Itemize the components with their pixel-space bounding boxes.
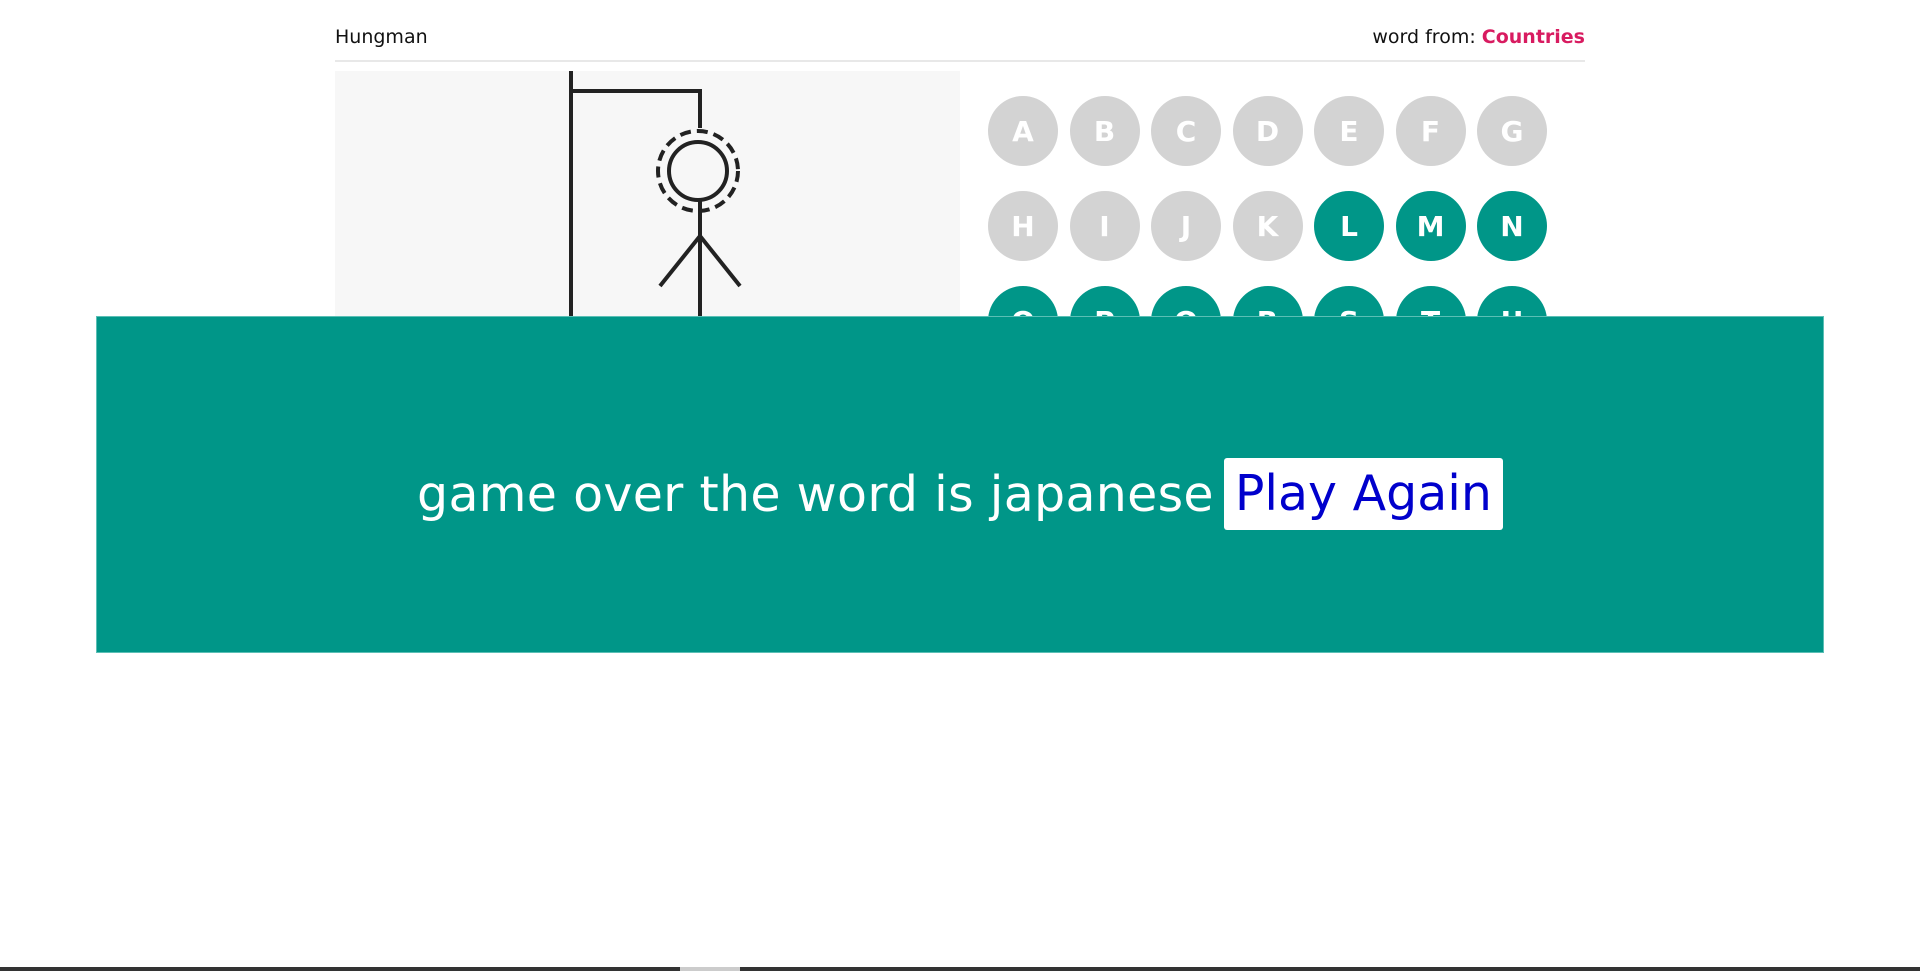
letter-keys: ABCDEFGHIJKLMNOPQRSTU xyxy=(988,96,1548,321)
letter-key-l[interactable]: L xyxy=(1314,191,1384,261)
hangman-left-arm xyxy=(658,234,702,288)
hangman-head xyxy=(667,140,729,202)
game-over-overlay: game over the word is japanese Play Agai… xyxy=(96,316,1824,653)
scrollbar-thumb[interactable] xyxy=(680,967,740,971)
game-over-message: game over the word is japanese xyxy=(417,465,1214,523)
game-over-content: game over the word is japanese Play Agai… xyxy=(97,456,1823,532)
letter-key-n[interactable]: N xyxy=(1477,191,1547,261)
letter-keyboard: ABCDEFGHIJKLMNOPQRSTU xyxy=(988,96,1548,321)
letter-key-g[interactable]: G xyxy=(1477,96,1547,166)
letter-key-k[interactable]: K xyxy=(1232,191,1303,261)
hangman-drawing xyxy=(569,71,742,321)
letter-key-j[interactable]: J xyxy=(1151,191,1221,261)
app-title: Hungman xyxy=(335,26,428,48)
gallows-panel xyxy=(335,71,960,321)
letter-key-m[interactable]: M xyxy=(1395,191,1466,261)
letter-key-e[interactable]: E xyxy=(1314,96,1384,166)
letter-key-b[interactable]: B xyxy=(1069,96,1140,166)
play-again-button[interactable]: Play Again xyxy=(1223,458,1503,530)
letter-key-d[interactable]: D xyxy=(1232,96,1303,166)
word-category: word from: Countries xyxy=(1372,26,1585,48)
hangman-right-arm xyxy=(698,234,742,288)
header: Hungman word from: Countries xyxy=(335,20,1585,62)
category-label: word from: xyxy=(1372,26,1476,48)
letter-key-i[interactable]: I xyxy=(1069,191,1140,261)
letter-key-h[interactable]: H xyxy=(988,191,1058,261)
category-name: Countries xyxy=(1481,26,1585,48)
game-page: Hungman word from: Countries ABCDEFG HIJK… xyxy=(0,0,1920,971)
letter-key-f[interactable]: F xyxy=(1395,96,1466,166)
letter-key-a[interactable]: A xyxy=(988,96,1058,166)
letter-key-c[interactable]: C xyxy=(1151,96,1221,166)
bottom-scrollbar xyxy=(0,967,1920,971)
